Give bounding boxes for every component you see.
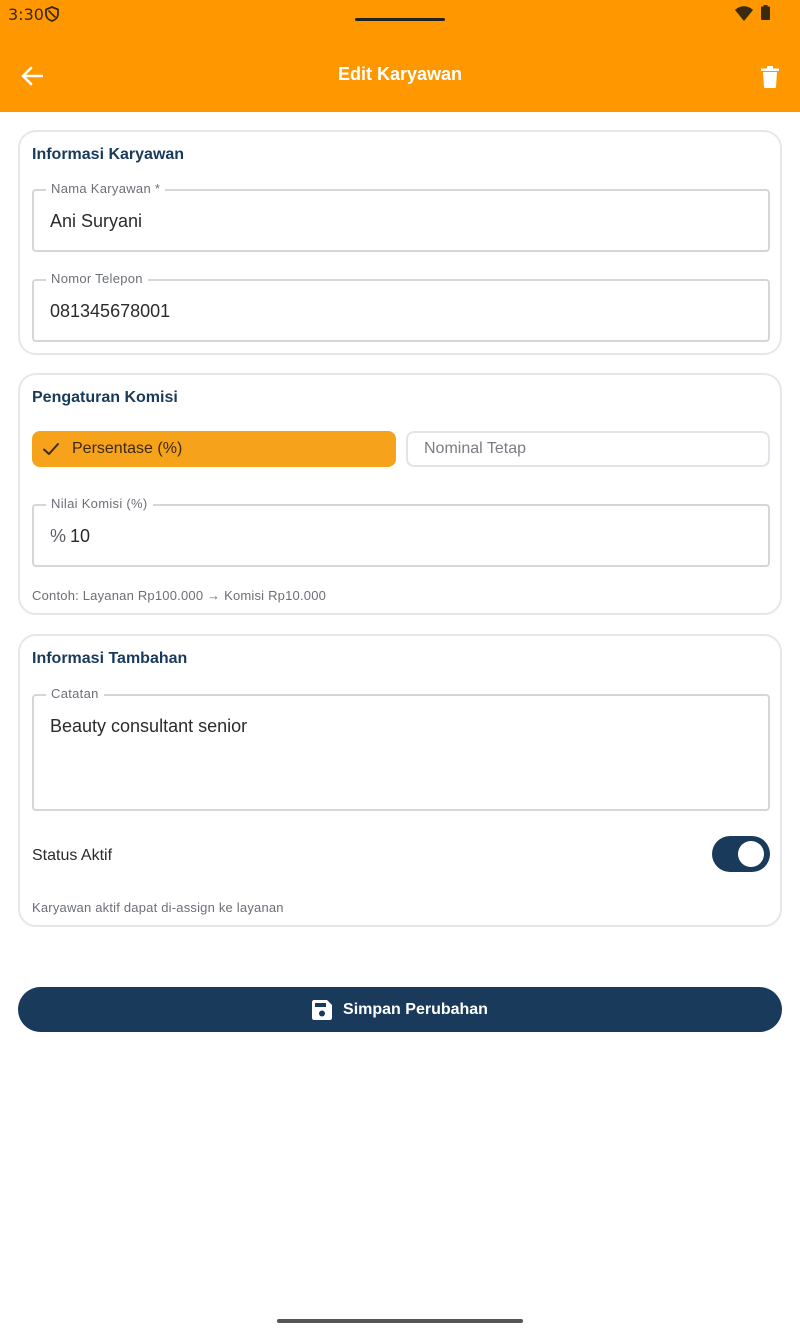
- commission-card: Pengaturan Komisi Persentase (%) Nominal…: [18, 373, 782, 615]
- camera-notch: [355, 18, 445, 21]
- phone-field-value: 081345678001: [50, 301, 171, 321]
- segment-fixed-amount-label: Nominal Tetap: [424, 440, 526, 457]
- status-bar: 3:30: [0, 0, 800, 28]
- name-field-value: Ani Suryani: [50, 211, 143, 231]
- percent-prefix: %: [50, 526, 67, 546]
- segment-percentage-label: Persentase (%): [72, 440, 183, 457]
- additional-info-card: Informasi Tambahan Catatan Beauty consul…: [18, 634, 782, 927]
- check-icon: [43, 443, 59, 455]
- status-active-toggle[interactable]: [712, 836, 770, 872]
- app-bar: 3:30 Edit Karyawan: [0, 0, 800, 112]
- commission-title: Pengaturan Komisi: [32, 389, 178, 406]
- home-indicator: [277, 1319, 523, 1323]
- trash-icon: [761, 66, 779, 88]
- toggle-knob: [738, 841, 764, 867]
- name-field-label: Nama Karyawan *: [46, 181, 166, 196]
- commission-value-field[interactable]: Nilai Komisi (%) % 10: [32, 496, 770, 567]
- phone-field-label: Nomor Telepon: [46, 271, 148, 286]
- wifi-icon: [735, 6, 753, 21]
- save-changes-button[interactable]: Simpan Perubahan: [18, 987, 782, 1032]
- commission-value: 10: [70, 526, 91, 546]
- delete-button[interactable]: [752, 60, 788, 94]
- additional-info-title: Informasi Tambahan: [32, 650, 188, 667]
- segment-fixed-amount[interactable]: Nominal Tetap: [406, 431, 770, 467]
- segment-percentage[interactable]: Persentase (%): [32, 431, 396, 467]
- save-button-label: Simpan Perubahan: [343, 1000, 488, 1018]
- name-field[interactable]: Nama Karyawan * Ani Suryani: [32, 181, 770, 252]
- status-time: 3:30: [8, 5, 44, 24]
- status-hint: Karyawan aktif dapat di-assign ke layana…: [32, 900, 284, 915]
- notes-field-label: Catatan: [46, 686, 104, 701]
- employee-info-title: Informasi Karyawan: [32, 146, 185, 163]
- commission-value-label: Nilai Komisi (%): [46, 496, 153, 511]
- commission-example: Contoh: Layanan Rp100.000 → Komisi Rp10.…: [32, 588, 327, 603]
- save-icon: [312, 999, 333, 1020]
- phone-field[interactable]: Nomor Telepon 081345678001: [32, 271, 770, 342]
- shield-icon: [45, 6, 59, 22]
- notes-field-value: Beauty consultant senior: [50, 716, 248, 736]
- status-active-label: Status Aktif: [32, 847, 113, 864]
- battery-icon: [761, 5, 770, 20]
- notes-field[interactable]: Catatan Beauty consultant senior: [32, 686, 770, 811]
- page-title: Edit Karyawan: [337, 64, 463, 84]
- employee-info-card: Informasi Karyawan Nama Karyawan * Ani S…: [18, 130, 782, 355]
